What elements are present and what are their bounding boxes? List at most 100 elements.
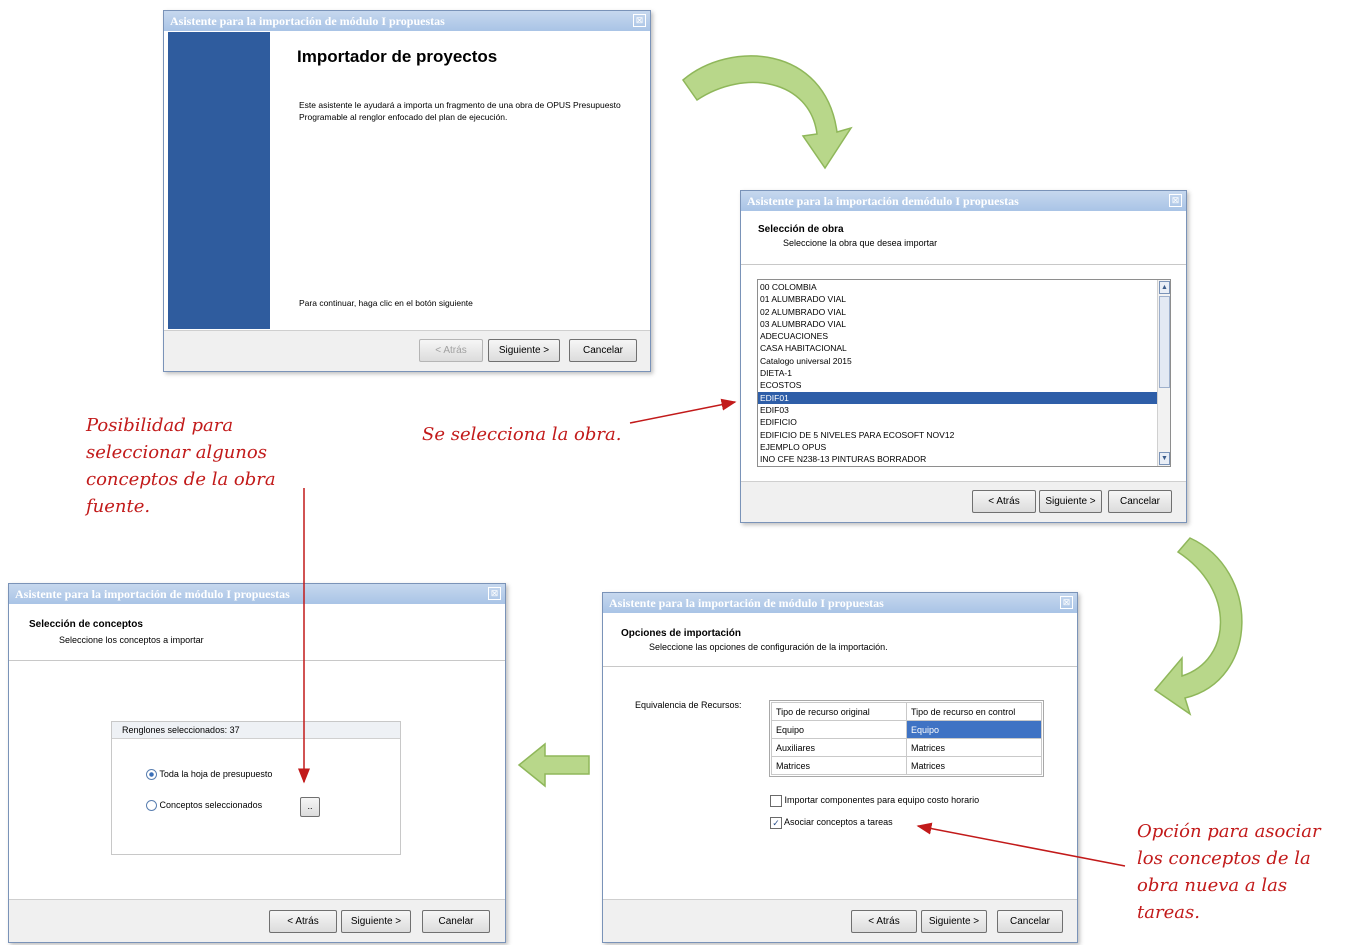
list-item[interactable]: 01 ALUMBRADO VIAL (758, 293, 1157, 305)
next-button[interactable]: Siguiente > (1039, 490, 1102, 513)
list-item[interactable]: 00 COLOMBIA (758, 281, 1157, 293)
note-line: Opción para asociar (1137, 821, 1321, 842)
opciones-title: Opciones de importación (621, 628, 742, 639)
list-item[interactable]: ADECUACIONES (758, 330, 1157, 342)
equiv-table: Tipo de recurso original Tipo de recurso… (771, 702, 1042, 775)
window-title: Asistente para la importación de módulo … (15, 587, 290, 601)
cancel-button[interactable]: Canelar (422, 910, 490, 933)
list-item[interactable]: EDIFICIO (758, 416, 1157, 428)
table-header-row: Tipo de recurso original Tipo de recurso… (771, 702, 1042, 721)
note-line: fuente. (86, 496, 151, 517)
checkbox-label: Importar componentes para equipo costo h… (784, 795, 980, 805)
list-item[interactable]: Catalogo universal 2015 (758, 355, 1157, 367)
scroll-up-icon[interactable]: ▲ (1159, 281, 1170, 294)
scroll-thumb[interactable] (1159, 296, 1170, 388)
table-row[interactable]: Equipo Equipo (771, 720, 1042, 739)
back-button[interactable]: < Atrás (972, 490, 1036, 513)
checkbox-checked-icon: ✓ (770, 816, 782, 829)
list-item[interactable]: EDIF03 (758, 404, 1157, 416)
list-item[interactable]: DIETA-1 (758, 367, 1157, 379)
next-button[interactable]: Siguiente > (921, 910, 987, 933)
obra-titlebar: Asistente para la importación demódulo I… (741, 191, 1186, 211)
list-item[interactable]: 02 ALUMBRADO VIAL (758, 306, 1157, 318)
opciones-dialog: Asistente para la importación de módulo … (602, 592, 1078, 943)
radio-selected-icon (146, 769, 157, 781)
close-icon[interactable]: ⊠ (488, 587, 501, 600)
radio-unselected-icon (146, 800, 157, 812)
next-button[interactable]: Siguiente > (341, 910, 411, 933)
group-header: Renglones seleccionados: 37 (112, 722, 400, 739)
table-cell: Auxiliares (771, 738, 907, 757)
note-line: los conceptos de la (1137, 848, 1311, 869)
note-line: obra nueva a las (1137, 875, 1288, 896)
window-title: Asistente para la importación de módulo … (170, 14, 445, 28)
welcome-footer: < Atrás Siguiente > Cancelar (164, 330, 650, 371)
close-icon[interactable]: ⊠ (633, 14, 646, 27)
radio-label: Conceptos seleccionados (159, 800, 263, 810)
welcome-description: Este asistente le ayudará a importa un f… (299, 100, 621, 122)
opciones-subtitle: Seleccione las opciones de configuración… (649, 642, 888, 652)
cancel-button[interactable]: Cancelar (569, 339, 637, 362)
back-button[interactable]: < Atrás (269, 910, 337, 933)
note-possibility: Posibilidad para seleccionar algunos con… (86, 412, 276, 520)
table-cell[interactable]: Matrices (906, 738, 1042, 757)
note-option: Opción para asociar los conceptos de la … (1137, 818, 1321, 926)
list-item[interactable]: EJEMPLO OPUS (758, 441, 1157, 453)
back-button[interactable]: < Atrás (419, 339, 483, 362)
close-icon[interactable]: ⊠ (1169, 194, 1182, 207)
radio-whole-sheet[interactable]: Toda la hoja de presupuesto (146, 769, 273, 781)
header-divider (603, 666, 1077, 667)
conceptos-subtitle: Seleccione los conceptos a importar (59, 635, 204, 645)
obra-subtitle: Seleccione la obra que desea importar (783, 238, 938, 248)
radio-label: Toda la hoja de presupuesto (159, 769, 273, 779)
table-cell[interactable]: Equipo (906, 720, 1042, 739)
table-row[interactable]: Auxiliares Matrices (771, 738, 1042, 757)
list-scrollbar[interactable]: ▲ ▼ (1157, 280, 1170, 466)
next-button[interactable]: Siguiente > (488, 339, 560, 362)
column-header: Tipo de recurso en control (906, 702, 1042, 721)
note-select-obra: Se selecciona la obra. (422, 424, 622, 445)
list-item[interactable]: EDIF01 (758, 391, 1157, 404)
list-item[interactable]: EDIFICIO DE 5 NIVELES PARA ECOSOFT NOV12 (758, 429, 1157, 441)
list-item[interactable]: ECOSTOS (758, 379, 1157, 391)
group-label: Renglones seleccionados: 37 (122, 725, 240, 735)
curved-arrow-icon (1153, 537, 1243, 716)
equiv-grid[interactable]: Tipo de recurso original Tipo de recurso… (769, 700, 1044, 777)
note-line: tareas. (1137, 902, 1200, 923)
table-cell[interactable]: Matrices (906, 756, 1042, 775)
note-line: Posibilidad para (86, 415, 234, 436)
list-item[interactable]: 03 ALUMBRADO VIAL (758, 318, 1157, 330)
column-header: Tipo de recurso original (771, 702, 907, 721)
conceptos-dialog: Asistente para la importación de módulo … (8, 583, 506, 943)
header-divider (741, 264, 1186, 265)
back-button[interactable]: < Atrás (851, 910, 917, 933)
welcome-heading: Importador de proyectos (297, 47, 498, 66)
list-item[interactable]: CASA HABITACIONAL (758, 342, 1157, 354)
scroll-down-icon[interactable]: ▼ (1159, 452, 1170, 465)
obra-title: Selección de obra (758, 224, 844, 235)
checkbox-import-components[interactable]: Importar componentes para equipo costo h… (770, 794, 979, 807)
list-item[interactable]: INO CFE N238-13 PINTURAS BORRADOR (758, 453, 1157, 465)
left-arrow-icon (517, 742, 590, 788)
table-row[interactable]: Matrices Matrices (771, 756, 1042, 775)
checkbox-associate-tasks[interactable]: ✓ Asociar conceptos a tareas (770, 816, 893, 829)
cancel-button[interactable]: Cancelar (1108, 490, 1172, 513)
checkbox-label: Asociar conceptos a tareas (784, 817, 893, 827)
equiv-label: Equivalencia de Recursos: (635, 700, 742, 710)
table-cell: Matrices (771, 756, 907, 775)
browse-button[interactable]: .. (300, 797, 320, 817)
header-divider (9, 660, 505, 661)
opciones-footer: < Atrás Siguiente > Cancelar (603, 899, 1077, 942)
cancel-button[interactable]: Cancelar (997, 910, 1063, 933)
arrow-to-obra (629, 398, 737, 424)
checkbox-unchecked-icon (770, 794, 782, 807)
close-icon[interactable]: ⊠ (1060, 596, 1073, 609)
selection-group: Renglones seleccionados: 37 Toda la hoja… (111, 721, 401, 855)
radio-selected-concepts[interactable]: Conceptos seleccionados (146, 800, 263, 812)
opciones-titlebar: Asistente para la importación de módulo … (603, 593, 1077, 613)
table-cell: Equipo (771, 720, 907, 739)
obra-list[interactable]: 00 COLOMBIA 01 ALUMBRADO VIAL 02 ALUMBRADO… (757, 279, 1171, 467)
side-banner (168, 32, 270, 329)
note-line: seleccionar algunos (86, 442, 267, 463)
obra-footer: < Atrás Siguiente > Cancelar (741, 481, 1186, 522)
